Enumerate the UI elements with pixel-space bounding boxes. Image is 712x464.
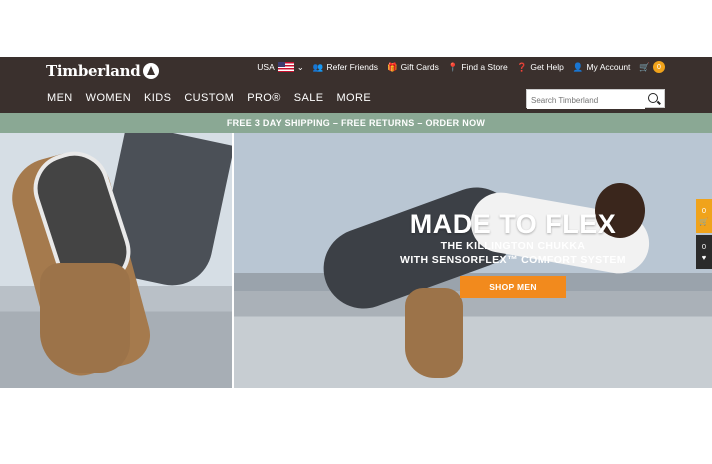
country-label: USA — [257, 62, 275, 72]
find-store-link[interactable]: 📍 Find a Store — [448, 62, 508, 73]
boot-second-shape — [40, 263, 130, 373]
chevron-down-icon: ⌄ — [296, 61, 304, 72]
nav-item-kids[interactable]: KIDS — [144, 92, 171, 104]
main-nav: MEN WOMEN KIDS CUSTOM PRO® SALE MORE — [47, 92, 371, 104]
promo-text: FREE 3 DAY SHIPPING – FREE RETURNS – ORD… — [226, 118, 486, 128]
hero-subtitle-1: THE KILLINGTON CHUKKA — [440, 240, 586, 252]
nav-item-custom[interactable]: CUSTOM — [184, 92, 234, 104]
site-header: Timberland USA ⌄ 👥 Refer Friends 🎁 Gift … — [0, 57, 712, 113]
side-cart-count: 0 — [701, 206, 707, 215]
add-user-icon: 👥 — [312, 61, 324, 72]
search-box — [526, 89, 665, 109]
nav-item-sale[interactable]: SALE — [294, 92, 324, 104]
search-icon[interactable] — [648, 93, 658, 103]
us-flag-icon — [277, 62, 294, 72]
get-help-label: Get Help — [530, 62, 564, 72]
hero-left-image — [0, 133, 235, 388]
gift-cards-link[interactable]: 🎁 Gift Cards — [387, 62, 439, 73]
find-store-label: Find a Store — [461, 62, 508, 72]
search-input[interactable] — [527, 92, 645, 109]
gift-icon: 🎁 — [386, 61, 398, 72]
nav-item-more[interactable]: MORE — [336, 92, 371, 104]
shop-men-button[interactable]: SHOP MEN — [460, 276, 566, 298]
promo-banner[interactable]: FREE 3 DAY SHIPPING – FREE RETURNS – ORD… — [0, 113, 712, 133]
my-account-label: My Account — [586, 62, 631, 72]
refer-friends-label: Refer Friends — [326, 62, 378, 72]
gift-cards-label: Gift Cards — [400, 62, 439, 72]
utility-bar: USA ⌄ 👥 Refer Friends 🎁 Gift Cards 📍 Fin… — [257, 61, 665, 73]
tree-icon — [143, 63, 160, 79]
country-selector[interactable]: USA ⌄ — [257, 62, 304, 73]
side-wishlist-widget[interactable]: 0 ♥ — [696, 235, 712, 269]
my-account-link[interactable]: 👤 My Account — [573, 62, 631, 73]
side-cart-widget[interactable]: 0 🛒 — [696, 199, 712, 233]
timberland-logo[interactable]: Timberland — [46, 62, 160, 80]
help-icon: ❓ — [516, 61, 528, 72]
side-wishlist-count: 0 — [701, 242, 707, 251]
nav-item-women[interactable]: WOMEN — [86, 92, 131, 104]
hero-banner: MADE TO FLEX THE KILLINGTON CHUKKA WITH … — [0, 133, 712, 388]
hero-copy: MADE TO FLEX THE KILLINGTON CHUKKA WITH … — [398, 209, 628, 267]
logo-text: Timberland — [46, 62, 141, 80]
hero-title: MADE TO FLEX — [409, 209, 617, 239]
nav-item-men[interactable]: MEN — [47, 92, 73, 104]
user-icon: 👤 — [572, 61, 584, 72]
cart-count-badge: 0 — [653, 61, 665, 73]
map-pin-icon: 📍 — [447, 61, 459, 72]
refer-friends-link[interactable]: 👥 Refer Friends — [313, 62, 378, 73]
nav-item-pro[interactable]: PRO® — [247, 92, 281, 104]
cart-icon: 🛒 — [639, 61, 650, 72]
hero-subtitle-2: WITH SENSORFLEX™ COMFORT SYSTEM — [400, 254, 626, 266]
get-help-link[interactable]: ❓ Get Help — [517, 62, 564, 73]
cart-button[interactable]: 🛒 0 — [639, 61, 665, 73]
person-boot-shape — [405, 288, 463, 378]
heart-icon: ♥ — [701, 253, 707, 262]
cart-icon: 🛒 — [699, 217, 709, 226]
